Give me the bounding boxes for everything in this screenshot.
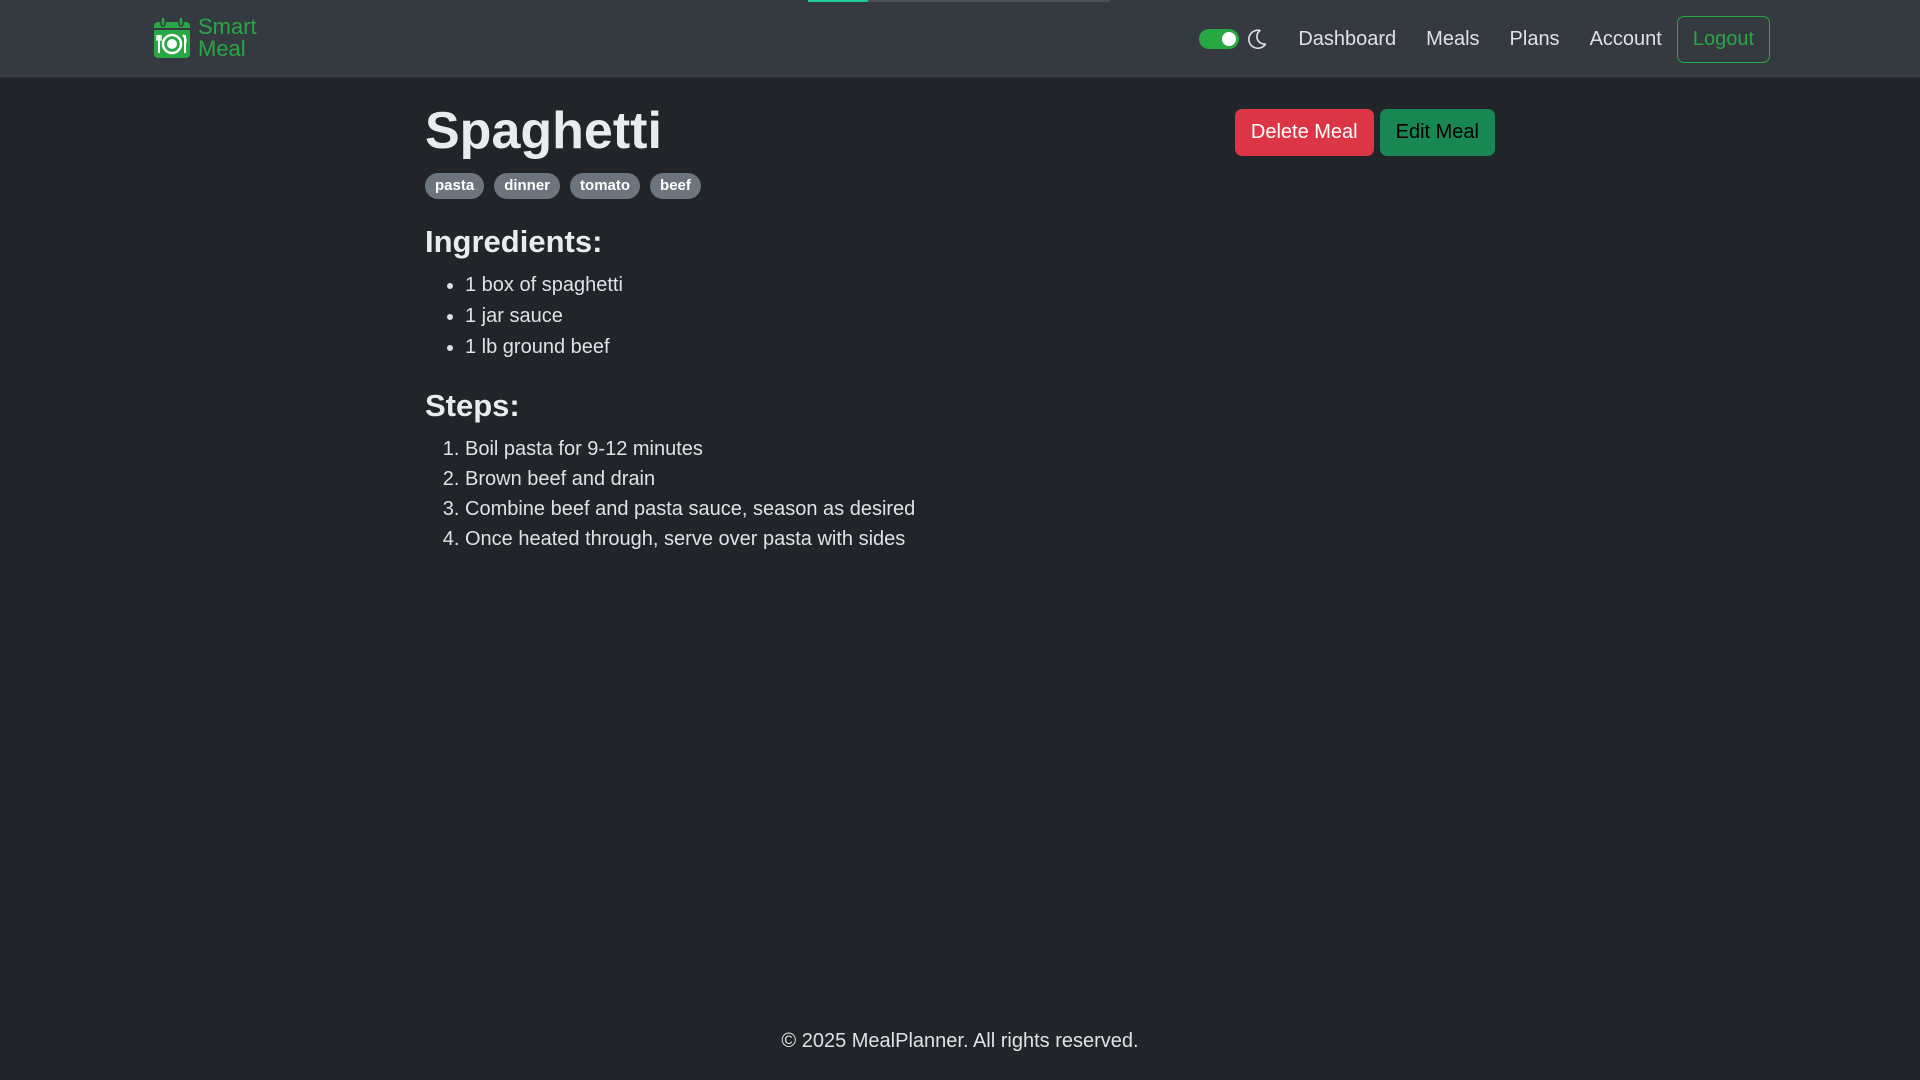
- step-item: Boil pasta for 9-12 minutes: [465, 434, 1495, 464]
- brand-name: Smart Meal: [198, 16, 257, 60]
- steps-list: Boil pasta for 9-12 minutes Brown beef a…: [425, 434, 1495, 554]
- navbar: Smart Meal Dashboard Meals Plans Account…: [0, 0, 1920, 78]
- tag-badge: tomato: [570, 173, 641, 199]
- copyright-text: © 2025 MealPlanner. All rights reserved.: [781, 1030, 1139, 1052]
- footer: © 2025 MealPlanner. All rights reserved.: [0, 1030, 1920, 1053]
- brand-line-1: Smart: [198, 14, 257, 39]
- nav-link-account[interactable]: Account: [1590, 28, 1662, 51]
- nav-link-meals[interactable]: Meals: [1426, 28, 1479, 51]
- meal-actions: Delete Meal Edit Meal: [1234, 109, 1495, 156]
- toggle-knob: [1222, 32, 1237, 46]
- moon-icon: [1248, 29, 1267, 50]
- loading-progress-bar: [808, 0, 1110, 2]
- theme-toggle-switch[interactable]: [1199, 29, 1240, 49]
- tag-badge: beef: [650, 173, 701, 199]
- tag-badge: dinner: [494, 173, 561, 199]
- ingredient-item: 1 box of spaghetti: [465, 270, 1495, 301]
- step-item: Once heated through, serve over pasta wi…: [465, 524, 1495, 554]
- tag-badge: pasta: [425, 173, 485, 199]
- step-item: Combine beef and pasta sauce, season as …: [465, 494, 1495, 524]
- ingredients-list: 1 box of spaghetti 1 jar sauce 1 lb grou…: [425, 270, 1495, 363]
- delete-meal-button[interactable]: Delete Meal: [1234, 109, 1374, 156]
- loading-progress-fill: [808, 0, 869, 2]
- ingredient-item: 1 jar sauce: [465, 301, 1495, 332]
- meal-detail: Spaghetti Delete Meal Edit Meal pasta di…: [425, 100, 1495, 554]
- nav-link-plans[interactable]: Plans: [1510, 28, 1560, 51]
- brand-home-link[interactable]: Smart Meal: [152, 16, 257, 60]
- brand-line-2: Meal: [198, 36, 246, 61]
- ingredients-heading: Ingredients:: [425, 224, 603, 259]
- meal-tags: pasta dinner tomato beef: [425, 173, 1495, 199]
- steps-heading: Steps:: [425, 388, 520, 423]
- logout-button[interactable]: Logout: [1676, 15, 1770, 63]
- nav-link-dashboard[interactable]: Dashboard: [1298, 28, 1396, 51]
- edit-meal-button[interactable]: Edit Meal: [1379, 109, 1495, 156]
- step-item: Brown beef and drain: [465, 464, 1495, 494]
- ingredient-item: 1 lb ground beef: [465, 332, 1495, 363]
- calendar-plate-icon: [154, 16, 190, 58]
- nav-menu: Dashboard Meals Plans Account Logout: [1199, 15, 1770, 63]
